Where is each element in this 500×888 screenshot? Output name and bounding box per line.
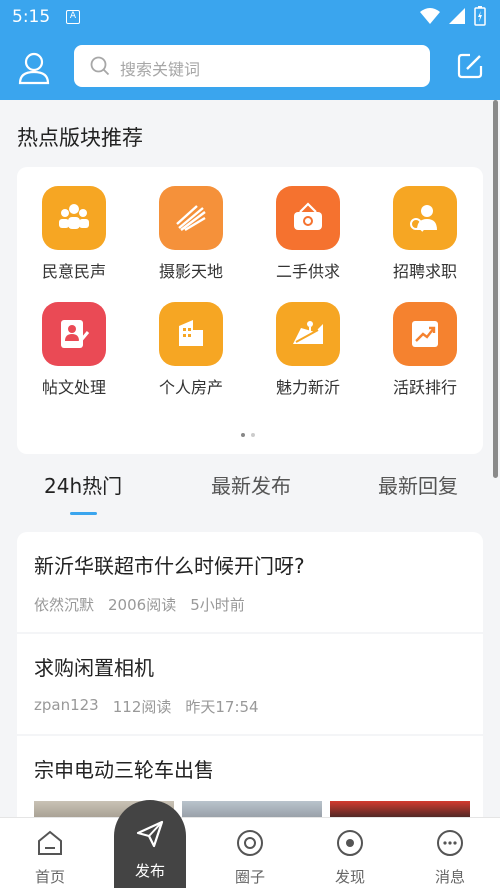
post-title: 新沂华联超市什么时候开门呀? [34,554,305,578]
basket-icon [276,186,340,250]
nav-messages-label: 消息 [434,868,465,886]
circle-icon [237,830,263,856]
post-item[interactable]: 宗申电动三轮车出售 [17,736,483,826]
signal-icon [449,8,465,24]
app-notification-icon: A [66,10,80,24]
hot-item-label: 摄影天地 [158,262,223,281]
hot-item-charm-xinyi[interactable]: 魅力新沂 [258,302,358,412]
carousel-dot [251,433,255,437]
search-bar[interactable]: 搜索关键词 [74,45,430,87]
hot-item-label: 帖文处理 [41,378,106,397]
post-item[interactable]: 新沂华联超市什么时候开门呀? 依然沉默 2006阅读 5小时前 [17,532,483,632]
hot-item-label: 个人房产 [158,378,223,397]
chart-icon [393,302,457,366]
post-item[interactable]: 求购闲置相机 zpan123 112阅读 昨天17:54 [17,634,483,734]
hot-item-label: 招聘求职 [392,262,457,281]
tab-24h-hot[interactable]: 24h热门 [44,470,122,499]
hot-item-active-ranking[interactable]: 活跃排行 [375,302,475,412]
nav-messages[interactable]: 消息 [400,818,500,888]
post-title: 求购闲置相机 [34,656,154,680]
post-edit-icon [42,302,106,366]
post-time: 5小时前 [190,596,245,614]
people-icon [42,186,106,250]
status-time: 5:15 [12,7,51,27]
hot-item-jobs[interactable]: 招聘求职 [375,186,475,296]
status-bar: 5:15 A [0,0,500,36]
search-icon [90,56,110,76]
scroll-indicator[interactable] [493,100,498,478]
bottom-navigation: 首页 圈子 发现 消息 [0,817,500,888]
user-icon[interactable] [17,51,51,85]
tab-latest-posts[interactable]: 最新发布 [211,470,291,499]
hot-item-real-estate[interactable]: 个人房产 [141,302,241,412]
nav-home[interactable]: 首页 [0,818,100,888]
post-title: 宗申电动三轮车出售 [34,758,214,782]
post-author: 依然沉默 [34,596,95,614]
post-reads: 112阅读 [112,698,172,716]
app-header: 搜索关键词 [0,36,500,100]
map-icon [276,302,340,366]
post-time: 昨天17:54 [185,698,259,716]
hot-item-photography[interactable]: 摄影天地 [141,186,241,296]
job-icon [393,186,457,250]
nav-circle[interactable]: 圈子 [200,818,300,888]
nav-home-label: 首页 [34,868,65,886]
hot-item-label: 二手供求 [275,262,340,281]
post-reads: 2006阅读 [108,596,177,614]
publish-button[interactable]: 发布 [114,800,186,888]
hot-item-second-hand[interactable]: 二手供求 [258,186,358,296]
post-author: zpan123 [34,696,99,714]
search-placeholder: 搜索关键词 [120,60,201,79]
hot-item-label: 民意民声 [41,262,106,281]
wifi-icon [420,8,440,24]
building-icon [159,302,223,366]
hot-item-public-voice[interactable]: 民意民声 [24,186,124,296]
tab-latest-replies[interactable]: 最新回复 [378,470,458,499]
active-tab-indicator [70,512,97,515]
discover-icon [337,830,363,856]
hot-item-label: 活跃排行 [392,378,457,397]
carousel-dots [241,433,255,437]
carousel-dot-active [241,433,245,437]
hot-item-post-handling[interactable]: 帖文处理 [24,302,124,412]
publish-label: 发布 [134,862,165,880]
camera-icon [159,186,223,250]
battery-icon [474,6,486,26]
compose-icon[interactable] [456,52,484,80]
hot-item-label: 魅力新沂 [275,378,340,397]
nav-circle-label: 圈子 [234,868,265,886]
nav-discover-label: 发现 [334,868,365,886]
nav-discover[interactable]: 发现 [300,818,400,888]
message-icon [437,830,463,856]
hot-section-title: 热点版块推荐 [17,126,143,150]
hot-section-grid: 民意民声 摄影天地 二手供求 招聘求职 帖文处理 个人房产 魅力新沂 活跃排行 [17,167,483,454]
paper-plane-icon [136,820,164,848]
home-icon [38,830,62,855]
feed-tabs: 24h热门 最新发布 最新回复 [0,462,500,522]
